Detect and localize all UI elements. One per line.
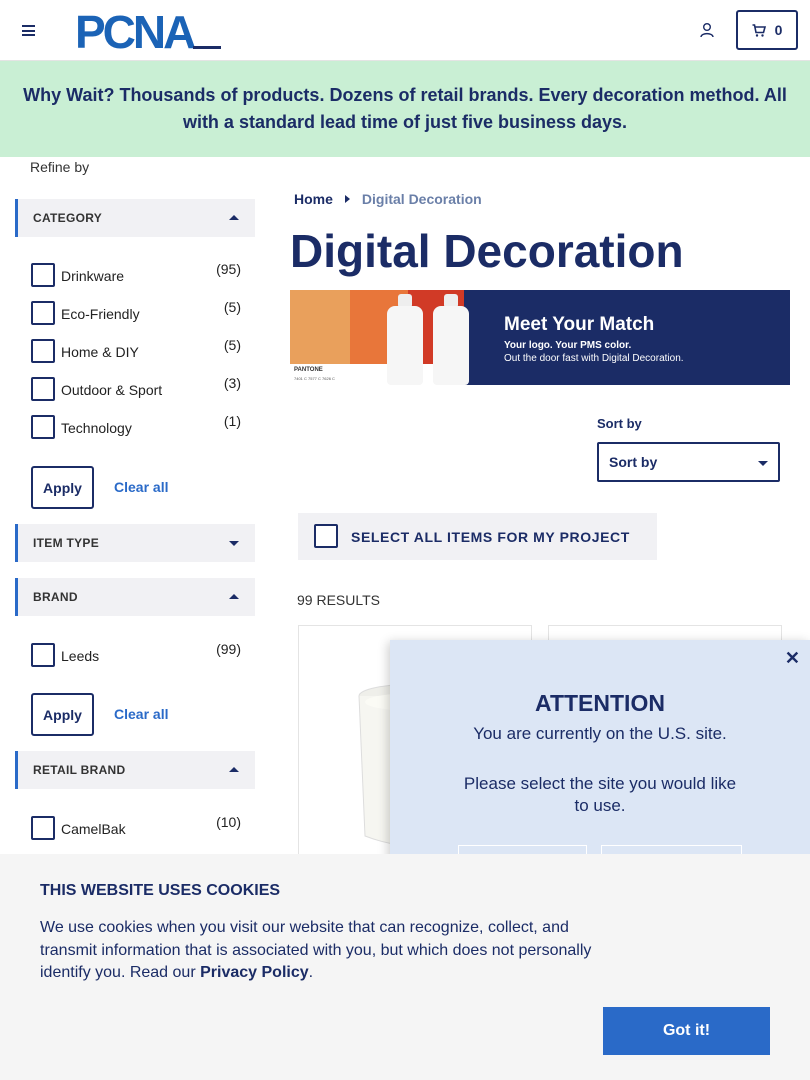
- facet-option-label: Technology: [61, 420, 132, 436]
- cookie-text: We use cookies when you visit our websit…: [40, 917, 610, 985]
- breadcrumb: Home Digital Decoration: [294, 191, 482, 207]
- checkbox[interactable]: [31, 301, 55, 325]
- modal-title: ATTENTION: [535, 690, 665, 716]
- checkbox[interactable]: [31, 643, 55, 667]
- facet-title: BRAND: [33, 590, 78, 604]
- cart-button[interactable]: 0: [736, 10, 798, 50]
- bottle-image: [433, 306, 469, 385]
- breadcrumb-home-link[interactable]: Home: [294, 191, 333, 207]
- chevron-right-icon: [344, 195, 350, 203]
- facet-option-camelbak[interactable]: CamelBak (10): [31, 814, 243, 840]
- cookie-title: THIS WEBSITE USES COOKIES: [40, 882, 281, 899]
- promo-banner: Why Wait? Thousands of products. Dozens …: [0, 61, 810, 157]
- cart-count: 0: [774, 22, 783, 38]
- site-header: PCNA 0: [0, 0, 810, 61]
- privacy-policy-link[interactable]: Privacy Policy: [200, 964, 309, 981]
- facet-item-type-header[interactable]: ITEM TYPE: [15, 524, 255, 562]
- hero-title: Meet Your Match: [504, 314, 655, 335]
- facet-option-leeds[interactable]: Leeds (99): [31, 641, 243, 667]
- hero-banner[interactable]: PANTONE 7401 C 7577 C 7626 C Meet Your M…: [290, 290, 790, 385]
- select-all-label: SELECT ALL ITEMS FOR MY PROJECT: [351, 529, 630, 545]
- facet-option-outdoor-sport[interactable]: Outdoor & Sport (3): [31, 375, 243, 401]
- select-all-items[interactable]: SELECT ALL ITEMS FOR MY PROJECT: [298, 513, 657, 560]
- checkbox[interactable]: [31, 339, 55, 363]
- facet-option-label: Outdoor & Sport: [61, 382, 163, 398]
- facet-option-label: Home & DIY: [61, 344, 139, 360]
- facet-option-technology[interactable]: Technology (1): [31, 413, 243, 439]
- breadcrumb-current: Digital Decoration: [361, 191, 482, 207]
- checkbox[interactable]: [31, 263, 55, 287]
- pantone-label: PANTONE: [294, 367, 323, 373]
- facet-title: CATEGORY: [33, 211, 103, 225]
- cookie-banner: THIS WEBSITE USES COOKIES We use cookies…: [0, 854, 810, 1080]
- pcna-logo[interactable]: PCNA: [75, 8, 223, 52]
- facet-title: ITEM TYPE: [33, 536, 100, 550]
- facet-option-drinkware[interactable]: Drinkware (95): [31, 261, 243, 287]
- category-clear-all-link[interactable]: Clear all: [114, 479, 168, 495]
- bottle-image: [387, 306, 423, 385]
- facet-option-label: Drinkware: [61, 268, 125, 284]
- facet-category-header[interactable]: CATEGORY: [15, 199, 255, 237]
- checkbox[interactable]: [31, 415, 55, 439]
- close-icon[interactable]: ✕: [785, 648, 800, 669]
- sort-select[interactable]: Sort by: [597, 442, 780, 482]
- sort-label: Sort by: [597, 416, 642, 431]
- checkbox[interactable]: [31, 377, 55, 401]
- facet-option-count: (5): [223, 337, 241, 353]
- account-icon[interactable]: [699, 22, 715, 38]
- pantone-codes: 7401 C 7577 C 7626 C: [294, 376, 335, 381]
- caret-up-icon: [229, 215, 239, 220]
- facet-option-count: (10): [216, 814, 241, 830]
- page: PCNA 0 Why Wait? Thousands of products. …: [0, 0, 810, 1080]
- facet-option-count: (5): [223, 299, 241, 315]
- facet-option-home-diy[interactable]: Home & DIY (5): [31, 337, 243, 363]
- page-title: Digital Decoration: [290, 225, 684, 277]
- facet-option-count: (3): [223, 375, 241, 391]
- facet-option-count: (99): [216, 641, 241, 657]
- facet-option-eco-friendly[interactable]: Eco-Friendly (5): [31, 299, 243, 325]
- facet-option-count: (1): [223, 413, 241, 429]
- facet-option-label: CamelBak: [61, 821, 126, 837]
- hero-subtitle: Your logo. Your PMS color.: [504, 340, 632, 351]
- site-select-modal: ✕ ATTENTION You are currently on the U.S…: [390, 640, 810, 889]
- facet-brand-header[interactable]: BRAND: [15, 578, 255, 616]
- cookie-body: We use cookies when you visit our websit…: [40, 919, 592, 981]
- facet-option-count: (95): [216, 261, 241, 277]
- menu-icon[interactable]: [22, 25, 35, 36]
- brand-clear-all-link[interactable]: Clear all: [114, 706, 168, 722]
- caret-down-icon: [229, 541, 239, 546]
- got-it-button[interactable]: Got it!: [603, 1007, 770, 1055]
- facet-option-label: Eco-Friendly: [61, 306, 140, 322]
- checkbox[interactable]: [31, 816, 55, 840]
- category-apply-button[interactable]: Apply: [31, 466, 94, 509]
- results-count: 99 RESULTS: [297, 592, 380, 608]
- facet-title: RETAIL BRAND: [33, 763, 126, 777]
- select-all-checkbox[interactable]: [314, 524, 338, 548]
- facet-option-label: Leeds: [61, 648, 100, 664]
- caret-up-icon: [229, 767, 239, 772]
- chevron-down-icon: [758, 461, 768, 466]
- brand-apply-button[interactable]: Apply: [31, 693, 94, 736]
- caret-up-icon: [229, 594, 239, 599]
- sort-selected-value: Sort by: [609, 454, 658, 470]
- logo-text: PCNA: [75, 8, 195, 52]
- refine-label: Refine by: [30, 159, 90, 175]
- promo-text: Why Wait? Thousands of products. Dozens …: [23, 85, 787, 132]
- hero-tagline: Out the door fast with Digital Decoratio…: [504, 353, 684, 364]
- modal-prompt: Please select the site you would like to…: [463, 774, 737, 815]
- cart-icon: [752, 23, 766, 37]
- cookie-period: .: [308, 964, 314, 981]
- facet-retail-brand-header[interactable]: RETAIL BRAND: [15, 751, 255, 789]
- modal-message: You are currently on the U.S. site.: [473, 724, 727, 743]
